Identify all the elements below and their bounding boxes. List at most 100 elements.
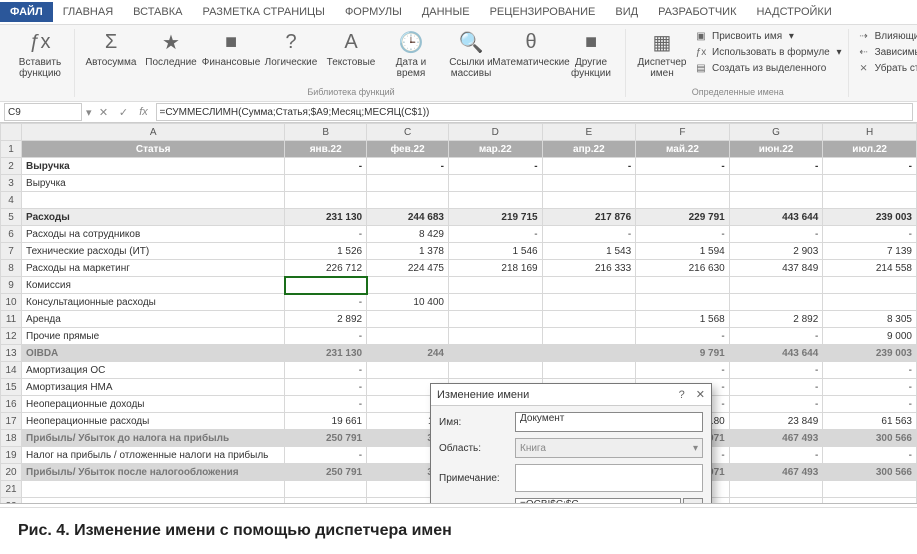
- data-cell[interactable]: 1 594: [636, 243, 730, 260]
- data-cell[interactable]: -: [285, 226, 367, 243]
- data-cell[interactable]: [729, 294, 823, 311]
- fx-icon-small[interactable]: fx: [136, 106, 152, 118]
- data-cell[interactable]: [729, 498, 823, 505]
- data-cell[interactable]: 216 333: [542, 260, 636, 277]
- math-button[interactable]: θМатематические: [503, 29, 559, 68]
- data-cell[interactable]: [823, 498, 917, 505]
- select-all-corner[interactable]: [1, 124, 22, 141]
- month-header-cell[interactable]: янв.22: [285, 141, 367, 158]
- data-cell[interactable]: [823, 294, 917, 311]
- row-header[interactable]: 6: [1, 226, 22, 243]
- data-cell[interactable]: 239 003: [823, 209, 917, 226]
- use-in-formula-button[interactable]: ƒxИспользовать в формуле ▾: [694, 45, 842, 59]
- tab-developer[interactable]: РАЗРАБОТЧИК: [648, 2, 746, 22]
- row-header[interactable]: 19: [1, 447, 22, 464]
- month-header-cell[interactable]: май.22: [636, 141, 730, 158]
- data-cell[interactable]: 244: [367, 345, 449, 362]
- tab-addins[interactable]: НАДСТРОЙКИ: [746, 2, 841, 22]
- data-cell[interactable]: -: [636, 158, 730, 175]
- data-cell[interactable]: [729, 175, 823, 192]
- accept-formula-icon[interactable]: ✓: [116, 106, 132, 119]
- col-header-C[interactable]: C: [367, 124, 449, 141]
- data-cell[interactable]: [542, 175, 636, 192]
- row-header[interactable]: 9: [1, 277, 22, 294]
- data-cell[interactable]: [823, 192, 917, 209]
- data-cell[interactable]: 19 661: [285, 413, 367, 430]
- data-cell[interactable]: -: [285, 294, 367, 311]
- data-cell[interactable]: -: [636, 362, 730, 379]
- category-cell[interactable]: Неоперационные расходы: [22, 413, 285, 430]
- data-cell[interactable]: -: [367, 158, 449, 175]
- data-cell[interactable]: 443 644: [729, 345, 823, 362]
- data-cell[interactable]: 61 563: [823, 413, 917, 430]
- row-header[interactable]: 4: [1, 192, 22, 209]
- data-cell[interactable]: [449, 192, 543, 209]
- data-cell[interactable]: 8 429: [367, 226, 449, 243]
- data-cell[interactable]: [449, 328, 543, 345]
- data-cell[interactable]: [449, 175, 543, 192]
- col-header-E[interactable]: E: [542, 124, 636, 141]
- data-cell[interactable]: 9 000: [823, 328, 917, 345]
- data-cell[interactable]: 443 644: [729, 209, 823, 226]
- data-cell[interactable]: 226 712: [285, 260, 367, 277]
- data-cell[interactable]: [542, 311, 636, 328]
- data-cell[interactable]: 250 791: [285, 430, 367, 447]
- data-cell[interactable]: 216 630: [636, 260, 730, 277]
- row-header[interactable]: 21: [1, 481, 22, 498]
- category-cell[interactable]: Комиссия: [22, 277, 285, 294]
- data-cell[interactable]: -: [542, 226, 636, 243]
- category-cell[interactable]: Прибыль/ Убыток до налога на прибыль: [22, 430, 285, 447]
- data-cell[interactable]: -: [285, 379, 367, 396]
- row-header[interactable]: 15: [1, 379, 22, 396]
- category-cell[interactable]: Прочие прямые: [22, 328, 285, 345]
- col-header-D[interactable]: D: [449, 124, 543, 141]
- data-cell[interactable]: -: [729, 362, 823, 379]
- category-cell[interactable]: Выручка: [22, 158, 285, 175]
- data-cell[interactable]: [636, 277, 730, 294]
- category-cell[interactable]: Расходы: [22, 209, 285, 226]
- data-cell[interactable]: -: [285, 396, 367, 413]
- dialog-name-input[interactable]: Документ: [515, 412, 703, 432]
- data-cell[interactable]: 300 566: [823, 430, 917, 447]
- category-cell[interactable]: Расходы на сотрудников: [22, 226, 285, 243]
- data-cell[interactable]: 8 305: [823, 311, 917, 328]
- data-cell[interactable]: [729, 277, 823, 294]
- data-cell[interactable]: 467 493: [729, 430, 823, 447]
- recent-button[interactable]: ★Последние: [143, 29, 199, 68]
- row-header[interactable]: 12: [1, 328, 22, 345]
- data-cell[interactable]: -: [823, 396, 917, 413]
- col-header-G[interactable]: G: [729, 124, 823, 141]
- data-cell[interactable]: 467 493: [729, 464, 823, 481]
- data-cell[interactable]: 1 378: [367, 243, 449, 260]
- data-cell[interactable]: [449, 345, 543, 362]
- data-cell[interactable]: [367, 362, 449, 379]
- row-header[interactable]: 5: [1, 209, 22, 226]
- category-cell[interactable]: Неоперационные доходы: [22, 396, 285, 413]
- text-button[interactable]: AТекстовые: [323, 29, 379, 68]
- data-cell[interactable]: 244 683: [367, 209, 449, 226]
- create-from-selection-button[interactable]: ▤Создать из выделенного: [694, 61, 842, 75]
- tab-view[interactable]: ВИД: [605, 2, 648, 22]
- month-header-cell[interactable]: Статья: [22, 141, 285, 158]
- data-cell[interactable]: -: [285, 362, 367, 379]
- data-cell[interactable]: [729, 192, 823, 209]
- data-cell[interactable]: 231 130: [285, 345, 367, 362]
- dialog-titlebar[interactable]: Изменение имени ? ✕: [431, 384, 711, 406]
- data-cell[interactable]: [823, 277, 917, 294]
- other-fn-button[interactable]: ■Другие функции: [563, 29, 619, 79]
- category-cell[interactable]: Амортизация ОС: [22, 362, 285, 379]
- data-cell[interactable]: 214 558: [823, 260, 917, 277]
- col-header-B[interactable]: B: [285, 124, 367, 141]
- trace-precedents-button[interactable]: ⇢Влияющие ячейки: [857, 29, 917, 43]
- data-cell[interactable]: 1 543: [542, 243, 636, 260]
- data-cell[interactable]: [367, 277, 449, 294]
- data-cell[interactable]: 217 876: [542, 209, 636, 226]
- data-cell[interactable]: -: [729, 226, 823, 243]
- data-cell[interactable]: [367, 328, 449, 345]
- data-cell[interactable]: [285, 175, 367, 192]
- row-header[interactable]: 1: [1, 141, 22, 158]
- data-cell[interactable]: 437 849: [729, 260, 823, 277]
- remove-arrows-button[interactable]: ⨯Убрать стрелки ▾: [857, 61, 917, 75]
- tab-insert[interactable]: ВСТАВКА: [123, 2, 192, 22]
- data-cell[interactable]: -: [729, 328, 823, 345]
